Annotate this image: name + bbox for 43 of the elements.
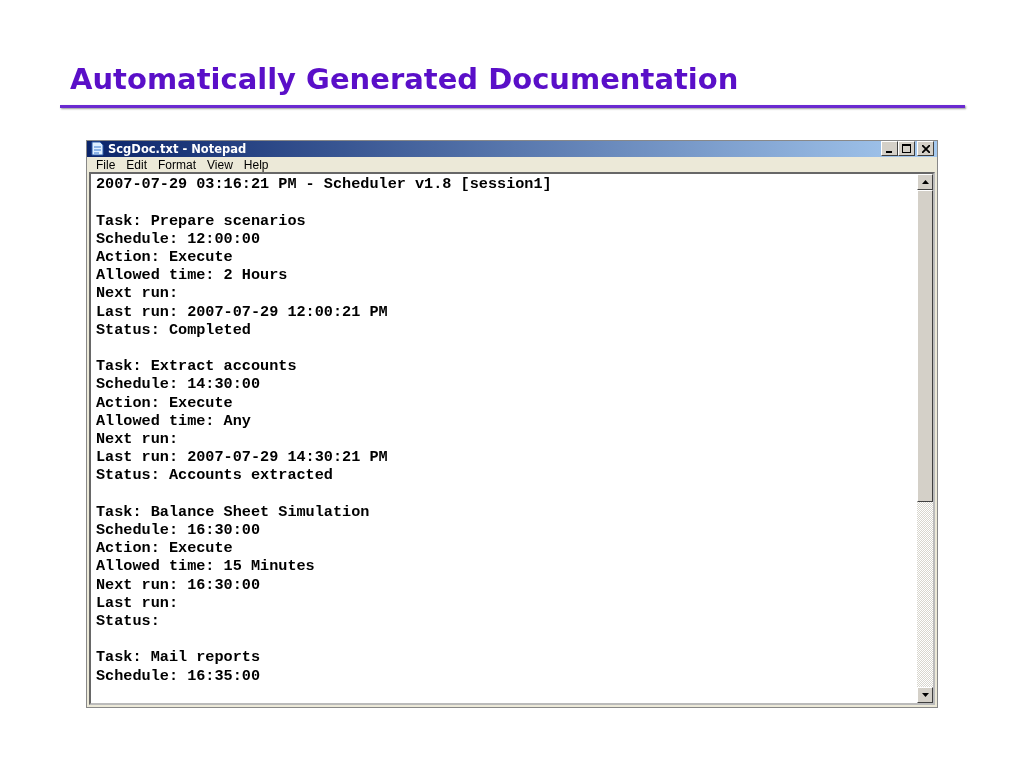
scrollbar-thumb[interactable] [917, 190, 933, 503]
menu-item[interactable]: Help [243, 157, 269, 172]
text-line: Task: Extract accounts [96, 357, 298, 376]
text-line: Last run: [96, 593, 180, 612]
scroll-up-button[interactable] [917, 174, 933, 191]
window-title: ScgDoc.txt - Notepad [108, 142, 247, 156]
text-line: Status: Completed [96, 320, 252, 339]
scroll-down-button[interactable] [917, 687, 933, 703]
text-line: Schedule: 16:35:00 [96, 666, 262, 685]
text-line: 2007-07-29 03:16:21 PM - Scheduler v1.8 [session1] [96, 175, 553, 194]
text-line: Allowed time: 2 Hours [96, 266, 289, 285]
text-line: Status: [96, 612, 161, 631]
text-line: Task: Prepare scenarios [96, 211, 307, 230]
text-line: Action: Execute [96, 248, 234, 267]
text-line: Task: Mail reports [96, 648, 262, 667]
close-button[interactable] [917, 141, 934, 157]
text-line: Status: Accounts extracted [96, 466, 334, 485]
text-line: Allowed time: Any [96, 411, 252, 430]
text-line: Next run: [96, 284, 180, 303]
text-line: Schedule: 16:30:00 [96, 521, 262, 540]
text-line: Task: Balance Sheet Simulation [96, 502, 371, 521]
notepad-icon [90, 141, 104, 157]
text-line: Action: Execute [96, 539, 234, 558]
text-line: Last run: 2007-07-29 14:30:21 PM [96, 448, 389, 467]
slide-title: Automatically Generated Documentation [70, 62, 739, 96]
minimize-button[interactable] [881, 141, 898, 157]
text-line: Schedule: 12:00:00 [96, 229, 262, 248]
maximize-button[interactable] [898, 141, 915, 157]
text-line: Next run: [96, 430, 180, 449]
text-line: Last run: 2007-07-29 12:00:21 PM [96, 302, 389, 321]
menu-item[interactable]: View [207, 157, 233, 172]
maximize-icon [902, 144, 911, 154]
vertical-scrollbar[interactable] [917, 174, 933, 703]
text-line: Action: Execute [96, 393, 234, 412]
menu-item[interactable]: Edit [126, 157, 148, 172]
text-line: Next run: 16:30:00 [96, 575, 262, 594]
menu-item[interactable]: Format [158, 157, 197, 172]
up-arrow-icon [921, 180, 929, 185]
text-line: Allowed time: 15 Minutes [96, 557, 316, 576]
text-line: Schedule: 14:30:00 [96, 375, 262, 394]
menu-item[interactable]: File [96, 157, 116, 172]
down-arrow-icon [921, 693, 929, 697]
close-icon [921, 145, 930, 153]
